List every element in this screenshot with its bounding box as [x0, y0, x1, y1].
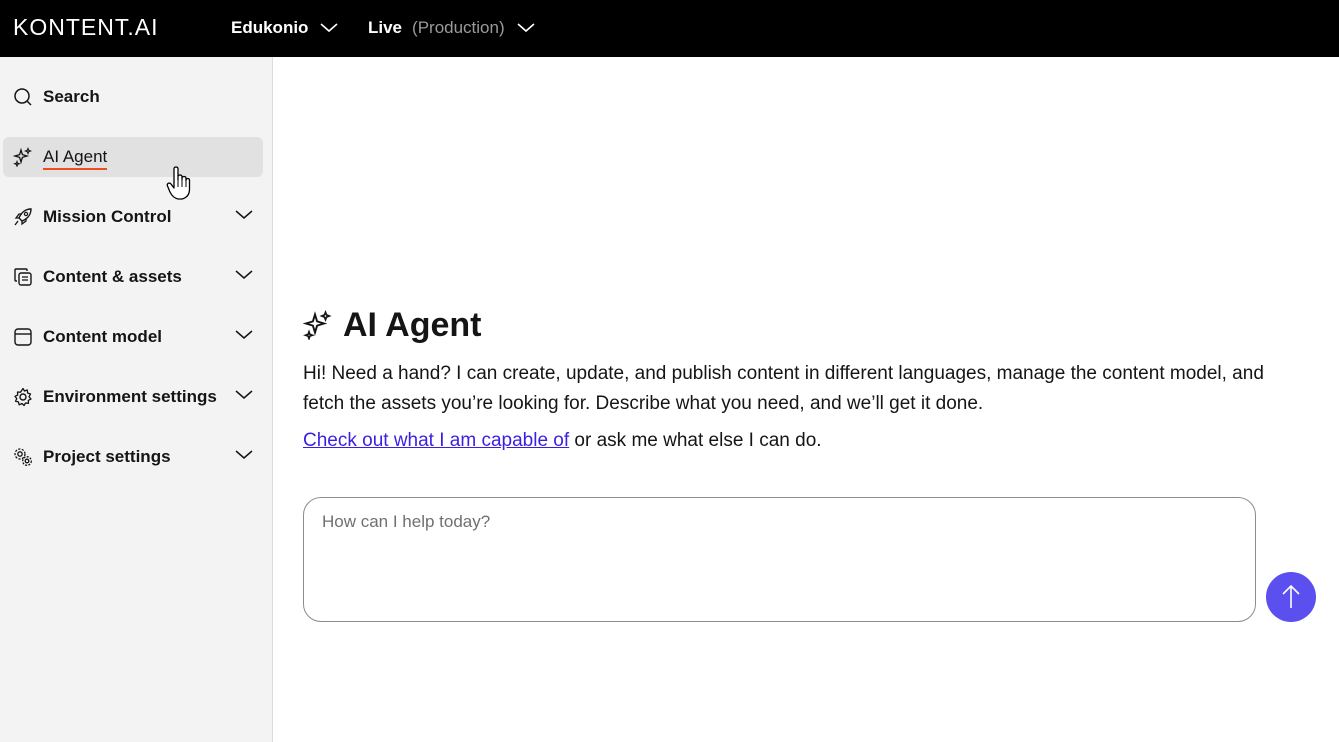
sidebar-item-label: AI Agent [43, 147, 108, 170]
sidebar-item-ai-agent[interactable]: AI Agent [3, 137, 263, 177]
sidebar-item-environment-settings[interactable]: Environment settings [3, 377, 263, 417]
sidebar: Search AI Agent Mission Control Content … [0, 57, 273, 742]
sidebar-item-label: Content & assets [43, 267, 182, 286]
content-model-icon [14, 328, 32, 346]
chevron-down-icon[interactable] [235, 330, 253, 340]
sidebar-item-mission-control[interactable]: Mission Control [3, 197, 263, 237]
sidebar-item-content-model[interactable]: Content model [3, 317, 263, 357]
sidebar-item-label: Project settings [43, 447, 171, 466]
page-title: AI Agent [343, 306, 482, 344]
chevron-down-icon [320, 23, 338, 33]
chevron-down-icon [517, 23, 535, 33]
sidebar-item-label: Environment settings [43, 387, 217, 406]
page-header: AI Agent [303, 305, 482, 345]
chevron-down-icon[interactable] [235, 390, 253, 400]
environment-switcher[interactable]: Live (Production) [368, 16, 535, 40]
kontent-ai-logo[interactable]: KONTENT.AI [13, 14, 158, 40]
search-icon [14, 88, 32, 106]
sidebar-item-label: Content model [43, 327, 162, 346]
hand-cursor-icon [166, 166, 191, 200]
environment-name: Live [368, 18, 403, 37]
sparkles-icon [303, 310, 332, 340]
gear-icon [14, 387, 32, 407]
intro-text: Hi! Need a hand? I can create, update, a… [303, 363, 1264, 414]
prompt-container [303, 497, 1256, 622]
content-items-icon [14, 268, 32, 286]
prompt-input[interactable] [322, 512, 1232, 608]
capabilities-link[interactable]: Check out what I am capable of [303, 430, 569, 451]
sidebar-item-label: Mission Control [43, 207, 172, 226]
send-button[interactable] [1266, 572, 1316, 622]
chevron-down-icon[interactable] [235, 210, 253, 220]
rocket-icon [14, 208, 32, 226]
top-bar: KONTENT.AI Edukonio Live (Production) [0, 0, 1339, 57]
capabilities-rest: or ask me what else I can do. [569, 430, 822, 451]
sparkles-icon [13, 147, 33, 167]
chevron-down-icon[interactable] [235, 270, 253, 280]
sidebar-item-project-settings[interactable]: Project settings [3, 437, 263, 477]
project-name: Edukonio [231, 18, 309, 37]
arrow-up-icon [1282, 584, 1300, 608]
main-content: AI Agent Hi! Need a hand? I can create, … [273, 57, 1339, 742]
sidebar-item-search[interactable]: Search [3, 77, 263, 117]
gears-icon [14, 448, 32, 466]
capabilities-line: Check out what I am capable of or ask me… [303, 428, 822, 454]
sidebar-item-label: Search [43, 87, 100, 106]
project-switcher[interactable]: Edukonio [231, 16, 338, 40]
sidebar-item-content-assets[interactable]: Content & assets [3, 257, 263, 297]
environment-type: (Production) [412, 18, 505, 37]
chevron-down-icon[interactable] [235, 450, 253, 460]
